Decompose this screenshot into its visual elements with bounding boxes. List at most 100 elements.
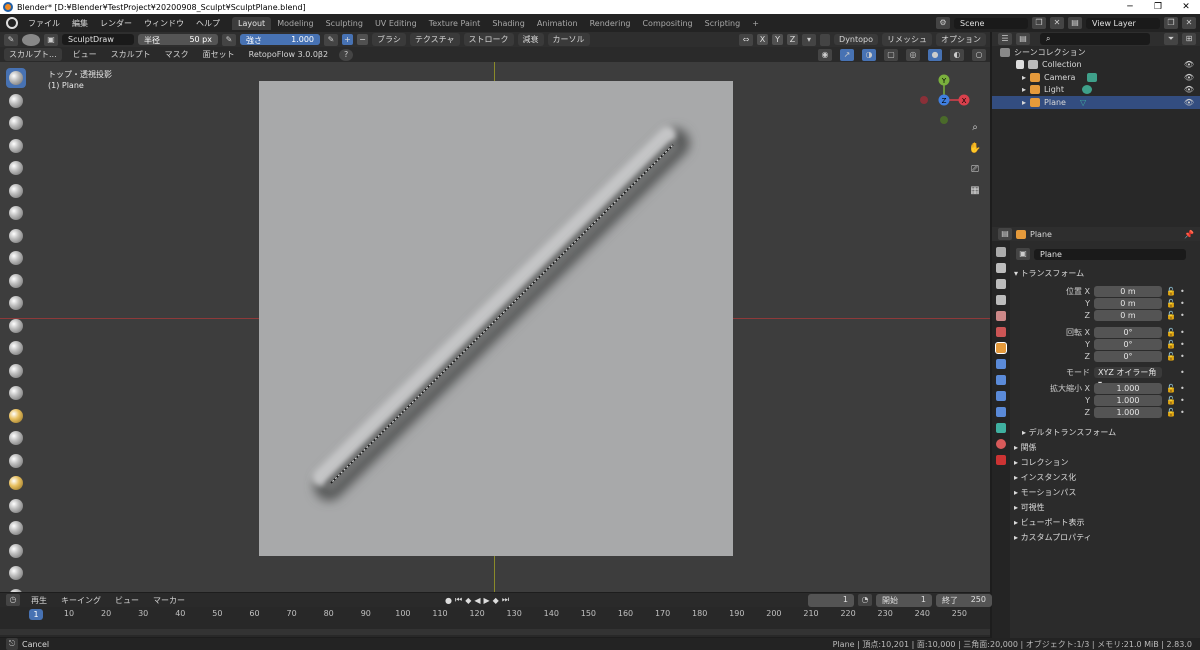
overlay-toggle-icon[interactable]: ◑ [862,48,876,61]
keyframe-dot-icon[interactable]: • [1180,408,1185,417]
layer-tool[interactable] [6,181,26,201]
options-menu[interactable]: オプション [936,33,986,46]
outliner-scene-collection[interactable]: シーンコレクション [992,46,1200,59]
texture-tab-icon[interactable] [996,455,1006,465]
tab-scripting[interactable]: Scripting [699,17,747,30]
jump-start-icon[interactable]: ⏮ [455,595,462,605]
stroke-menu[interactable]: ストローク [463,33,514,46]
remesh-menu[interactable]: リメッシュ [882,33,932,46]
pin-icon[interactable]: 📌 [1184,230,1194,239]
keyframe-dot-icon[interactable]: • [1180,384,1185,393]
properties-editor-icon[interactable]: ▤ [998,228,1012,240]
scene-tab-icon[interactable] [996,311,1006,321]
current-frame-field[interactable]: 1 [808,594,854,607]
brush-tool-icon[interactable]: ✎ [4,33,18,46]
tool-tab-icon[interactable] [996,247,1006,257]
brush-name-field[interactable]: SculptDraw [62,34,134,45]
new-collection-icon[interactable]: ⊞ [1182,33,1196,45]
outliner-editor-icon[interactable]: ☰ [998,33,1012,45]
motion-paths-section[interactable]: ▸ モーションパス [1012,486,1200,498]
direction-add-button[interactable]: + [342,34,353,45]
copy-view-layer-icon[interactable]: ❐ [1164,17,1178,29]
clock-icon[interactable]: ◔ [858,594,872,606]
instancing-section[interactable]: ▸ インスタンス化 [1012,471,1200,483]
next-keyframe-icon[interactable]: ◆ [493,596,499,605]
rendered-shading-icon[interactable]: ○ [972,48,986,61]
relations-section[interactable]: ▸ 関係 [1012,441,1200,453]
tab-sculpting[interactable]: Sculpting [320,17,369,30]
close-button[interactable]: ✕ [1172,2,1200,12]
3d-viewport[interactable]: トップ・透視投影 (1) Plane Y X Z ⌕ ✋ ⎚ ▦ [0,62,990,592]
outliner-item-plane[interactable]: ▸ Plane ▽ 👁 [992,96,1200,109]
collection-checkbox[interactable] [1016,60,1024,70]
rotation-mode-dropdown[interactable]: XYZ オイラー角 ▾ [1094,366,1162,388]
keyframe-dot-icon[interactable]: • [1180,311,1185,320]
keyframe-dot-icon[interactable]: • [1180,340,1185,349]
maximize-button[interactable]: ❐ [1144,2,1172,12]
material-shading-icon[interactable]: ◐ [950,48,964,61]
plane-visibility-icon[interactable]: 👁 [1184,98,1194,107]
playback-menu[interactable]: 再生 [28,595,50,606]
data-tab-icon[interactable] [996,423,1006,433]
snake-hook-tool[interactable] [6,451,26,471]
render-tab-icon[interactable] [996,263,1006,273]
jump-end-icon[interactable]: ⏭ [502,595,509,605]
outliner-item-camera[interactable]: ▸ Camera 👁 [992,71,1200,84]
pressure-radius-icon[interactable]: ✎ [222,33,236,46]
multiplane-scrape-tool[interactable] [6,361,26,381]
camera-view-icon[interactable]: ⎚ [968,164,982,175]
play-icon[interactable]: ▶ [484,596,490,605]
pinch-tool[interactable] [6,383,26,403]
light-visibility-icon[interactable]: 👁 [1184,85,1194,94]
menu-render[interactable]: レンダー [94,18,138,29]
collection-visibility-icon[interactable]: 👁 [1184,60,1194,69]
visibility-icon[interactable]: ◉ [818,48,832,61]
help-button[interactable]: ? [339,48,354,61]
visibility-section[interactable]: ▸ 可視性 [1012,501,1200,513]
location-y-field[interactable]: 0 m [1094,297,1162,309]
collections-section[interactable]: ▸ コレクション [1012,456,1200,468]
scale-z-field[interactable]: 1.000 [1094,406,1162,418]
brush-menu[interactable]: ブラシ [372,33,406,46]
cursor-menu[interactable]: カーソル [547,33,590,46]
keyframe-dot-icon[interactable]: • [1180,328,1185,337]
current-frame-marker[interactable]: 1 [29,609,43,620]
particles-tab-icon[interactable] [996,375,1006,385]
copy-scene-icon[interactable]: ❐ [1032,17,1046,29]
elastic-deform-tool[interactable] [6,428,26,448]
mask-menu[interactable]: マスク [162,49,192,60]
add-workspace-button[interactable]: + [746,17,765,30]
scale-y-field[interactable]: 1.000 [1094,394,1162,406]
transform-header[interactable]: ▾ トランスフォーム [1012,267,1200,279]
tab-animation[interactable]: Animation [531,17,584,30]
retopoflow-menu[interactable]: RetopoFlow 3.0.0β2 [246,50,331,59]
xray-toggle-icon[interactable]: ▢ [884,48,898,61]
solid-shading-icon[interactable]: ● [928,48,942,61]
dyntopo-checkbox[interactable] [820,33,831,46]
rotation-z-field[interactable]: 0° [1094,350,1162,362]
lock-icon[interactable]: 🔓 [1166,408,1176,417]
pan-hand-icon[interactable]: ✋ [968,143,982,154]
brush-preview-icon[interactable] [22,33,40,46]
lock-icon[interactable]: 🔓 [1166,340,1176,349]
expand-arrow-icon[interactable]: ▸ [1022,73,1026,82]
tab-compositing[interactable]: Compositing [636,17,698,30]
delta-transform-header[interactable]: ▸ デルタトランスフォーム [1012,426,1200,438]
modifier-tab-icon[interactable] [996,359,1006,369]
record-icon[interactable]: ● [445,596,452,605]
texture-menu[interactable]: テクスチャ [409,33,460,46]
custom-properties-section[interactable]: ▸ カスタムプロパティ [1012,531,1200,543]
display-mode-icon[interactable]: ▤ [1016,33,1030,45]
minimize-button[interactable]: ─ [1116,2,1144,12]
lock-icon[interactable]: 🔓 [1166,328,1176,337]
clay-thumb-tool[interactable] [6,158,26,178]
view-layer-field[interactable]: View Layer [1086,17,1160,29]
menu-edit[interactable]: 編集 [66,18,94,29]
slide-relax-tool[interactable] [6,563,26,583]
outliner-collection[interactable]: Collection 👁 [992,59,1200,72]
constraints-tab-icon[interactable] [996,407,1006,417]
object-name-field[interactable]: Plane [1034,248,1186,260]
simplify-tool[interactable] [6,586,26,592]
prev-keyframe-icon[interactable]: ◆ [465,596,471,605]
expand-arrow-icon[interactable]: ▸ [1022,98,1026,107]
